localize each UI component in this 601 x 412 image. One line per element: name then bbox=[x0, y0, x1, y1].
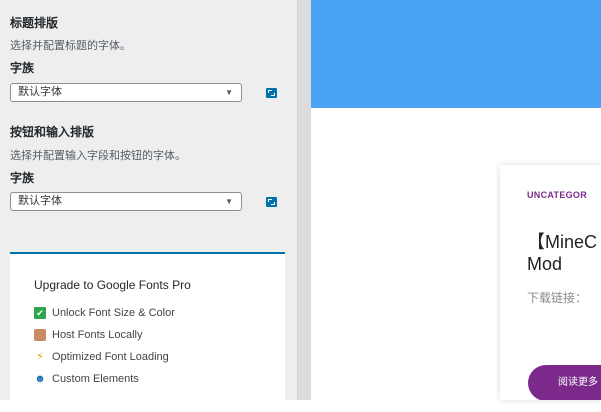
feature-label: Optimized Font Loading bbox=[52, 351, 169, 363]
input-typography-title: 按钮和输入排版 bbox=[10, 125, 95, 139]
post-title-line: 【MineC bbox=[527, 232, 598, 252]
feature-item: ☻ Custom Elements bbox=[34, 373, 139, 385]
site-header-banner bbox=[311, 0, 601, 108]
check-icon: ✔ bbox=[34, 307, 46, 319]
resize-handle[interactable] bbox=[298, 0, 311, 400]
post-title-line: Mod bbox=[527, 254, 563, 274]
customizer-sidebar: 标题排版 选择并配置标题的字体。 字族 默认字体 ▼ 按钮和输入排版 选择并配置… bbox=[0, 0, 298, 412]
post-title[interactable]: 【MineC Mod bbox=[527, 231, 597, 275]
feature-label: Host Fonts Locally bbox=[52, 329, 143, 341]
font-settings-icon[interactable] bbox=[266, 88, 277, 98]
box-icon bbox=[34, 329, 46, 341]
person-icon: ☻ bbox=[34, 373, 46, 385]
heading-font-select[interactable]: 默认字体 ▼ bbox=[10, 83, 242, 102]
heading-font-value: 默认字体 bbox=[18, 86, 62, 98]
feature-item: Host Fonts Locally bbox=[34, 329, 142, 341]
chevron-down-icon: ▼ bbox=[225, 88, 233, 97]
input-font-value: 默认字体 bbox=[18, 195, 62, 207]
post-category[interactable]: UNCATEGOR bbox=[527, 190, 587, 200]
font-settings-icon[interactable] bbox=[266, 197, 277, 207]
read-more-button[interactable]: 阅读更多 bbox=[528, 365, 601, 400]
heading-typography-title: 标题排版 bbox=[10, 16, 59, 30]
post-excerpt: 下载链接： bbox=[527, 291, 588, 305]
upgrade-title: Upgrade to Google Fonts Pro bbox=[34, 278, 191, 292]
lightning-icon: ⚡ bbox=[36, 351, 44, 363]
chevron-down-icon: ▼ bbox=[225, 197, 233, 206]
feature-item: ⚡ Optimized Font Loading bbox=[34, 351, 169, 363]
upgrade-panel: Upgrade to Google Fonts Pro ✔ Unlock Fon… bbox=[10, 252, 285, 412]
font-family-label: 字族 bbox=[10, 171, 35, 185]
feature-item: ✔ Unlock Font Size & Color bbox=[34, 307, 175, 319]
input-typography-description: 选择并配置输入字段和按钮的字体。 bbox=[10, 150, 186, 162]
font-family-label: 字族 bbox=[10, 61, 35, 75]
heading-typography-description: 选择并配置标题的字体。 bbox=[10, 40, 131, 52]
post-card: UNCATEGOR 【MineC Mod 下载链接： 阅读更多 bbox=[500, 165, 601, 400]
feature-label: Custom Elements bbox=[52, 373, 139, 385]
feature-label: Unlock Font Size & Color bbox=[52, 307, 175, 319]
input-font-select[interactable]: 默认字体 ▼ bbox=[10, 192, 242, 211]
